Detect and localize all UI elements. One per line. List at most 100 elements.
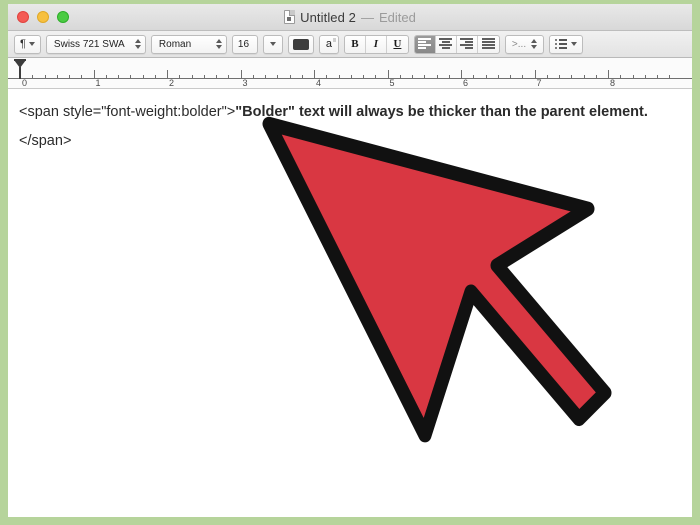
textedit-window: Untitled 2 — Edited ¶ Swiss 721 SWA Roma… [8, 4, 692, 517]
line-spacing-value: >... [511, 38, 527, 50]
ruler-tick-minor [289, 75, 291, 79]
html-open-tag: <span style="font-weight:bolder"> [19, 104, 236, 120]
ruler-tick-minor [424, 75, 426, 79]
chevron-down-icon [28, 42, 35, 46]
html-close-tag: </span> [19, 133, 72, 149]
ruler-tick-label: 8 [610, 78, 616, 88]
align-justify-icon [481, 38, 495, 50]
ruler-tick-minor [448, 75, 450, 79]
background-color-button[interactable]: a [318, 34, 339, 54]
lists-dropdown[interactable] [549, 34, 584, 54]
document-area[interactable]: <span style="font-weight:bolder">"Bolder… [8, 89, 692, 517]
align-center-button[interactable] [436, 35, 457, 53]
ruler-tick-minor [485, 75, 487, 79]
ruler-tick-minor [118, 75, 119, 79]
mouse-pointer-icon [262, 116, 612, 443]
ruler-tick-minor [191, 75, 193, 79]
ruler-tick-minor [179, 75, 181, 79]
left-indent-marker[interactable] [19, 67, 21, 79]
stepper-icon[interactable] [215, 39, 222, 49]
font-size-dropdown-button[interactable] [262, 34, 283, 54]
font-size-value: 16 [237, 38, 250, 50]
font-style-value: Roman [158, 38, 192, 50]
underline-button[interactable]: U [387, 36, 408, 53]
alignment-group [413, 34, 500, 54]
ruler-tick-minor [105, 75, 107, 79]
ruler-tick-minor [473, 75, 475, 79]
zoom-button[interactable] [57, 11, 69, 23]
ruler-tick-minor [154, 75, 156, 79]
ruler-tick-minor [350, 75, 352, 79]
ruler-tick-minor [81, 75, 83, 79]
ruler-tick-minor [399, 75, 401, 79]
ruler-tick-label: 3 [242, 78, 248, 88]
format-toolbar: ¶ Swiss 721 SWA Roman 16 a B I U >... [8, 31, 692, 58]
document-icon [284, 10, 296, 24]
ruler-tick-minor [583, 75, 585, 79]
ruler-tick-minor [301, 75, 303, 79]
chevron-down-icon [571, 42, 578, 46]
ruler-tick-label: 2 [169, 78, 175, 88]
ruler-tick-label: 5 [389, 78, 395, 88]
ruler-tick-minor [571, 75, 573, 79]
line-spacing-dropdown[interactable]: >... [504, 34, 545, 54]
ruler-tick-minor [338, 75, 340, 79]
window-title-group: Untitled 2 — Edited [8, 4, 692, 30]
bolder-sentence: "Bolder" text will always be thicker tha… [235, 104, 648, 120]
ruler-tick-minor [252, 75, 254, 79]
align-right-icon [460, 38, 474, 50]
window-edited-badge: Edited [379, 9, 416, 25]
stepper-icon[interactable] [531, 39, 538, 49]
ruler-tick-minor [632, 75, 634, 79]
ruler-tick-minor [595, 75, 597, 79]
font-style-dropdown[interactable]: Roman [150, 34, 227, 54]
window-title-bar[interactable]: Untitled 2 — Edited [8, 4, 692, 31]
ruler-tick-minor [326, 75, 328, 79]
ruler-tick-minor [522, 75, 524, 79]
document-text[interactable]: <span style="font-weight:bolder">"Bolder… [19, 98, 678, 156]
font-family-dropdown[interactable]: Swiss 721 SWA [45, 34, 146, 54]
align-right-button[interactable] [457, 35, 478, 53]
screenshot-page: Untitled 2 — Edited ¶ Swiss 721 SWA Roma… [0, 0, 700, 525]
ruler-tick-minor [130, 75, 132, 79]
ruler-tick-minor [375, 75, 377, 79]
ruler-tick-label: 7 [536, 78, 542, 88]
bullet-list-icon [555, 39, 568, 49]
align-left-button[interactable] [414, 35, 436, 53]
ruler-tick-minor [265, 75, 266, 79]
ruler-tick-label: 1 [95, 78, 101, 88]
minimize-button[interactable] [37, 11, 49, 23]
highlight-icon: a [325, 38, 337, 50]
ruler-tick-minor [142, 75, 144, 79]
stepper-icon[interactable] [134, 39, 141, 49]
bold-button[interactable]: B [345, 35, 366, 53]
ruler-tick-minor [559, 75, 560, 79]
text-style-group: B I U [343, 34, 409, 54]
ruler-tick-minor [644, 75, 646, 79]
window-title: Untitled 2 [300, 9, 357, 25]
font-size-input[interactable]: 16 [231, 34, 258, 54]
color-swatch-icon [292, 38, 309, 50]
paragraph-style-dropdown[interactable]: ¶ [14, 34, 41, 54]
ruler-tick-minor [657, 75, 658, 79]
ruler-tick-minor [69, 75, 70, 79]
ruler-tick-minor [203, 75, 205, 79]
align-justify-button[interactable] [478, 36, 499, 53]
ruler-tick-minor [546, 75, 548, 79]
text-color-button[interactable] [287, 34, 314, 54]
align-left-icon [418, 38, 432, 50]
italic-button[interactable]: I [366, 35, 387, 53]
ruler-tick-minor [44, 75, 46, 79]
ruler[interactable]: 0 1 2 3 4 5 6 7 8 [8, 58, 692, 89]
ruler-tick-label: 4 [316, 78, 322, 88]
ruler-tick-minor [277, 75, 279, 79]
ruler-tick-minor [32, 75, 34, 79]
ruler-tick-minor [669, 75, 671, 79]
align-center-icon [439, 38, 453, 50]
ruler-tick-minor [228, 75, 230, 79]
ruler-tick-minor [436, 75, 438, 79]
ruler-tick-label: 0 [22, 78, 28, 88]
ruler-tick-minor [620, 75, 622, 79]
close-button[interactable] [17, 11, 29, 23]
font-family-value: Swiss 721 SWA [53, 38, 125, 50]
